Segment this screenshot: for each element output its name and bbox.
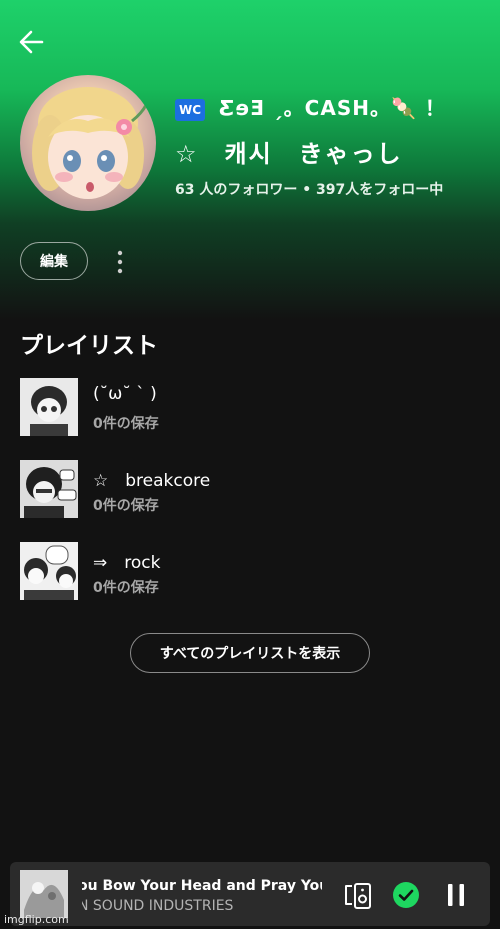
check-circle-icon [393, 882, 419, 908]
playlist-saves: 0件の保存 [93, 416, 159, 432]
pause-button[interactable] [444, 882, 468, 908]
playlist-saves: 0件の保存 [93, 580, 159, 596]
now-playing-title: ou Bow Your Head and Pray You [82, 878, 322, 894]
playlist-cover-art [20, 542, 78, 600]
playlist-item[interactable]: ⇒ rock 0件の保存 [20, 542, 460, 602]
playlist-cover-art [20, 460, 78, 518]
saved-toggle-button[interactable] [392, 881, 420, 909]
now-playing-cover [20, 870, 68, 918]
playlist-saves: 0件の保存 [93, 498, 159, 514]
avatar[interactable] [20, 75, 156, 211]
playlist-cover [20, 542, 78, 600]
back-button[interactable] [16, 26, 48, 58]
playlist-name: ⇒ rock [93, 553, 161, 573]
avatar-illustration [32, 87, 148, 199]
profile-name-line1: WC ƸɘƎ ˏ。CASH。🍡 ！ [175, 92, 446, 121]
profile-name-line1-text: ƸɘƎ ˏ。CASH。🍡 ！ [219, 96, 446, 120]
connect-device-button[interactable] [343, 882, 373, 910]
profile-name-line2: ☆ 캐시 きゃっし [175, 140, 403, 168]
playlist-cover-art [20, 378, 78, 436]
vertical-dots-icon [117, 250, 123, 274]
pause-icon [448, 884, 464, 906]
now-playing-cover-art [20, 870, 68, 918]
playlist-item[interactable]: (˘ω˘ ` ) 0件の保存 [20, 378, 460, 438]
imgflip-watermark: imgflip.com [4, 913, 69, 926]
playlist-cover [20, 378, 78, 436]
playlist-name: (˘ω˘ ` ) [93, 384, 157, 404]
more-options-button[interactable] [110, 246, 130, 278]
playlist-item[interactable]: ☆ breakcore 0件の保存 [20, 460, 460, 520]
now-playing-bar[interactable]: ou Bow Your Head and Pray You N SOUND IN… [10, 862, 490, 926]
arrow-left-icon [19, 30, 44, 54]
show-all-playlists-button[interactable]: すべてのプレイリストを表示 [130, 633, 370, 673]
now-playing-artist: N SOUND INDUSTRIES [82, 898, 234, 914]
playlists-section-title: プレイリスト [20, 333, 158, 359]
edit-profile-button[interactable]: 編集 [20, 242, 88, 280]
wc-badge-icon: WC [175, 98, 206, 121]
now-playing-text: ou Bow Your Head and Pray You N SOUND IN… [82, 876, 322, 916]
playlist-name: ☆ breakcore [93, 471, 211, 491]
followers-count[interactable]: 63 人のフォロワー • 397人をフォロー中 [175, 179, 443, 199]
playlist-cover [20, 460, 78, 518]
speaker-device-icon [345, 883, 371, 909]
